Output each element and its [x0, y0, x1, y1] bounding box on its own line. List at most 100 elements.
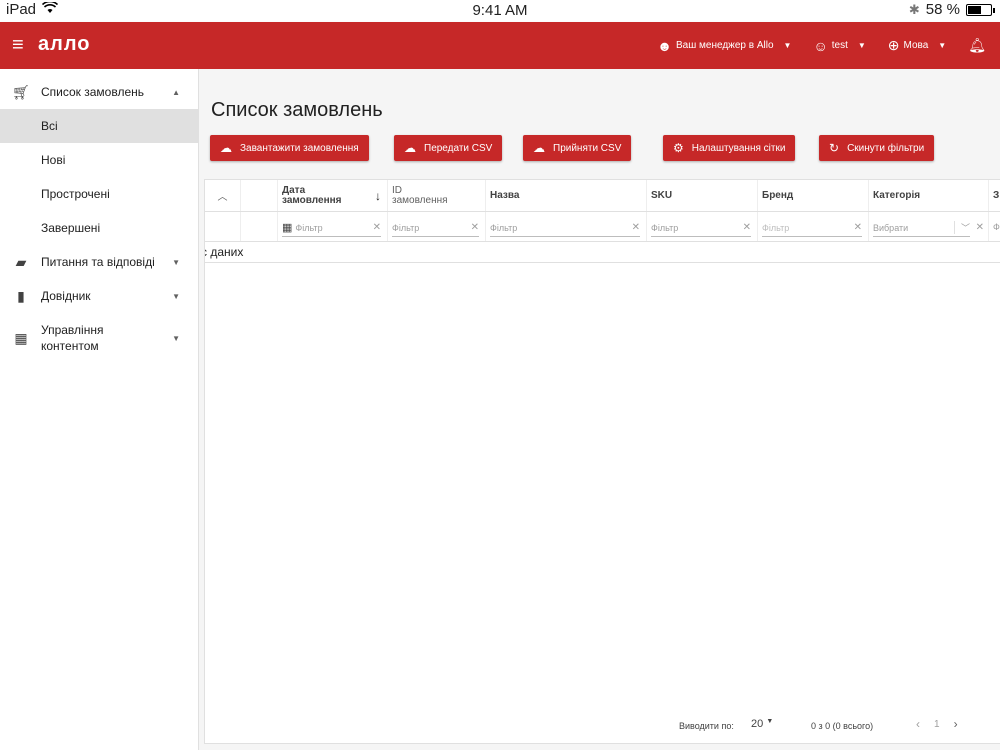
logo[interactable]: алло [38, 33, 91, 56]
page-size-select[interactable]: 20 ▼ [751, 718, 773, 730]
grid-settings-button[interactable]: ⚙ Налаштування сітки [663, 135, 796, 161]
filter-category[interactable]: Вибрати ﹀ ✕ [869, 212, 989, 241]
filter-spacer [205, 212, 241, 241]
clear-icon[interactable]: ✕ [743, 222, 751, 233]
sidebar-item-qa[interactable]: ▰ Питання та відповіді ▼ [0, 245, 198, 279]
sort-arrow-down-icon[interactable]: ↓ [375, 189, 381, 203]
filter-name[interactable]: Фільтр ✕ [486, 212, 647, 241]
button-label: Скинути фільтри [847, 142, 925, 154]
send-csv-button[interactable]: ☁ Передати CSV [394, 135, 503, 161]
caret-down-icon: ▼ [783, 41, 792, 50]
caret-down-icon: ▼ [172, 333, 180, 343]
bell-icon: 🔔︎ [968, 37, 986, 53]
column-sku[interactable]: SKU [647, 180, 758, 211]
language-menu[interactable]: ⊕ Мова ▼ [888, 37, 946, 54]
clear-icon[interactable]: ✕ [854, 222, 862, 233]
cloud-download-icon: ☁ [220, 141, 232, 155]
chat-icon: ▰ [15, 253, 27, 270]
pagination: Виводити по: 20 ▼ 0 з 0 (0 всього) ‹ 1 › [205, 707, 1000, 743]
download-orders-button[interactable]: ☁ Завантажити замовлення [210, 135, 369, 161]
receive-csv-button[interactable]: ☁ Прийняти CSV [523, 135, 632, 161]
orders-grid: ︿ Дата замовлення ↓ ID замовлення Назва SK… [204, 179, 1000, 744]
manager-menu[interactable]: ☻ Ваш менеджер в Allo ▼ [657, 38, 791, 54]
current-page[interactable]: 1 [934, 717, 940, 731]
main-content: Список замовлень ☁ Завантажити замовленн… [199, 69, 1000, 750]
sidebar-subitem-completed[interactable]: Завершені [0, 211, 198, 245]
sidebar-item-orders[interactable]: 🛒︎ Список замовлень ▲ [0, 75, 198, 109]
sidebar-item-label: Управління [41, 323, 104, 337]
caret-down-icon: ▼ [766, 718, 774, 725]
battery-icon [966, 3, 995, 16]
filter-next[interactable]: Ф [989, 212, 1000, 241]
column-title: замовлення [282, 194, 342, 206]
column-name[interactable]: Назва [486, 180, 647, 211]
clock: 9:41 AM [472, 2, 528, 19]
no-data-message: с даних [205, 243, 1000, 263]
cloud-download-icon: ☁ [533, 141, 545, 155]
caret-down-icon: ▼ [172, 291, 180, 301]
clear-icon[interactable]: ✕ [471, 222, 479, 233]
table-icon: ▦ [14, 329, 28, 346]
menu-icon[interactable]: ≡ [12, 35, 24, 55]
filter-placeholder: Ф [993, 221, 1000, 232]
caret-down-icon: ▼ [857, 41, 866, 50]
page-size-value: 20 [751, 718, 764, 730]
user-menu[interactable]: ☺ test ▼ [813, 38, 865, 54]
notifications-button[interactable]: 🔔︎ [968, 37, 986, 54]
clear-icon[interactable]: ✕ [632, 222, 640, 233]
filter-spacer [241, 212, 278, 241]
sidebar-subitem-new[interactable]: Нові [0, 143, 198, 177]
prev-page-icon[interactable]: ‹ [916, 717, 920, 731]
filter-sku[interactable]: Фільтр ✕ [647, 212, 758, 241]
status-bar: iPad 9:41 AM ✱ 58 % [0, 0, 1000, 22]
sidebar: 🛒︎ Список замовлень ▲ Всі Нові Простроче… [0, 69, 199, 750]
gear-icon: ⚙ [673, 141, 684, 155]
column-title: Категорія [873, 190, 921, 201]
page-title: Список замовлень [211, 99, 383, 121]
sidebar-item-content[interactable]: ▦ Управління контентом ▼ [0, 313, 198, 363]
filter-date[interactable]: ▦ Фільтр ✕ [278, 212, 388, 241]
column-title: замовлення [392, 194, 448, 206]
sidebar-item-guide[interactable]: ▮ Довідник ▼ [0, 279, 198, 313]
page-size-label: Виводити по: [679, 721, 734, 731]
select-column[interactable] [241, 180, 278, 211]
filter-placeholder: Фільтр [762, 222, 790, 233]
app-bar: ≡ алло ☻ Ваш менеджер в Allo ▼ ☺ test ▼ … [0, 22, 1000, 69]
expand-all-icon[interactable]: ︿ [205, 180, 241, 211]
column-category[interactable]: Категорія [869, 180, 989, 211]
column-title: З [993, 190, 1000, 201]
cloud-upload-icon: ☁ [404, 141, 416, 155]
sidebar-subitem-all[interactable]: Всі [0, 109, 198, 143]
column-title: SKU [651, 190, 673, 201]
filter-id[interactable]: Фільтр ✕ [388, 212, 486, 241]
column-brand[interactable]: Бренд [758, 180, 869, 211]
device-name: iPad [6, 1, 37, 18]
wifi-icon [41, 0, 59, 18]
clear-icon[interactable]: ✕ [373, 222, 381, 233]
column-next[interactable]: З [989, 180, 1000, 211]
calendar-icon[interactable]: ▦ [282, 221, 292, 234]
caret-down-icon: ▼ [938, 41, 947, 50]
book-icon: ▮ [17, 287, 25, 304]
column-order-date[interactable]: Дата замовлення ↓ [278, 180, 388, 211]
filter-brand[interactable]: Фільтр ✕ [758, 212, 869, 241]
button-label: Прийняти CSV [553, 142, 622, 154]
button-label: Завантажити замовлення [240, 142, 359, 154]
globe-icon: ⊕ [887, 37, 900, 53]
reset-filters-button[interactable]: ↻ Скинути фільтри [819, 135, 935, 161]
clear-icon[interactable]: ✕ [976, 222, 984, 233]
battery-percent: 58 % [925, 1, 960, 18]
caret-up-icon: ▲ [172, 87, 180, 97]
filter-placeholder: Фільтр [392, 222, 420, 233]
filter-placeholder: Вибрати [873, 222, 909, 233]
language-label: Мова [903, 40, 929, 51]
sidebar-subitem-overdue[interactable]: Прострочені [0, 177, 198, 211]
caret-down-icon: ▼ [172, 257, 180, 267]
next-page-icon[interactable]: › [954, 717, 958, 731]
filter-placeholder: Фільтр [295, 222, 323, 233]
column-order-id[interactable]: ID замовлення [388, 180, 486, 211]
chevron-down-icon[interactable]: ﹀ [953, 221, 970, 234]
sidebar-item-label: контентом [41, 339, 99, 353]
filter-placeholder: Фільтр [651, 222, 679, 233]
refresh-icon: ↻ [829, 141, 840, 155]
